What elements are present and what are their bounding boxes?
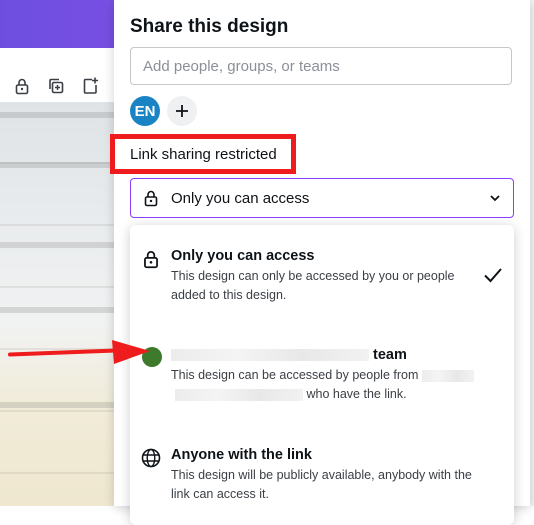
canvas-wood-streak (0, 112, 120, 118)
canvas-toolbar (12, 76, 100, 96)
avatar[interactable]: EN (130, 96, 160, 126)
description-start: This design can be accessed by people fr… (171, 368, 419, 382)
option-description: This design can be accessed by people fr… (171, 366, 481, 404)
canvas-wood-streak (0, 242, 120, 248)
add-people-input[interactable] (130, 47, 512, 85)
access-select-value: Only you can access (171, 189, 310, 207)
option-only-you[interactable]: Only you can access This design can only… (130, 225, 514, 303)
checkmark-icon (484, 268, 502, 283)
canvas-wood-streak (0, 402, 120, 408)
annotation-arrow (8, 340, 150, 364)
option-description: This design will be publicly available, … (171, 468, 472, 501)
share-panel: Share this design EN Link sharing restri… (110, 0, 530, 525)
option-title: Anyone with the link (171, 447, 312, 463)
option-description: This design can only be accessed by you … (171, 269, 455, 302)
add-person-button[interactable] (167, 96, 197, 126)
editor-right-edge (530, 0, 534, 506)
lock-icon (144, 251, 158, 269)
lock-icon (144, 190, 158, 207)
canvas-wood-streak (0, 307, 120, 313)
option-title: Only you can access (171, 248, 315, 264)
redacted-org-name (421, 369, 474, 382)
globe-icon (141, 448, 161, 468)
description-end: who have the link. (306, 387, 407, 401)
duplicate-icon[interactable] (46, 76, 66, 96)
canvas-wood-streak (0, 162, 120, 168)
panel-title: Share this design (130, 16, 289, 37)
option-team[interactable]: team This design can be accessed by peop… (130, 333, 514, 413)
option-title: team (171, 347, 407, 363)
option-anyone-with-link[interactable]: Anyone with the link This design will be… (130, 435, 514, 515)
lock-icon[interactable] (12, 76, 32, 96)
link-access-select[interactable]: Only you can access (130, 178, 514, 218)
link-sharing-label: Link sharing restricted (130, 146, 277, 163)
redacted-team-name (171, 349, 369, 362)
access-options-menu: Only you can access This design can only… (130, 225, 514, 525)
design-canvas[interactable] (0, 102, 120, 506)
option-title-suffix: team (373, 347, 407, 363)
plus-icon (176, 105, 188, 117)
add-page-icon[interactable] (80, 76, 100, 96)
redacted-org-name (175, 388, 303, 401)
chevron-down-icon (490, 195, 500, 202)
